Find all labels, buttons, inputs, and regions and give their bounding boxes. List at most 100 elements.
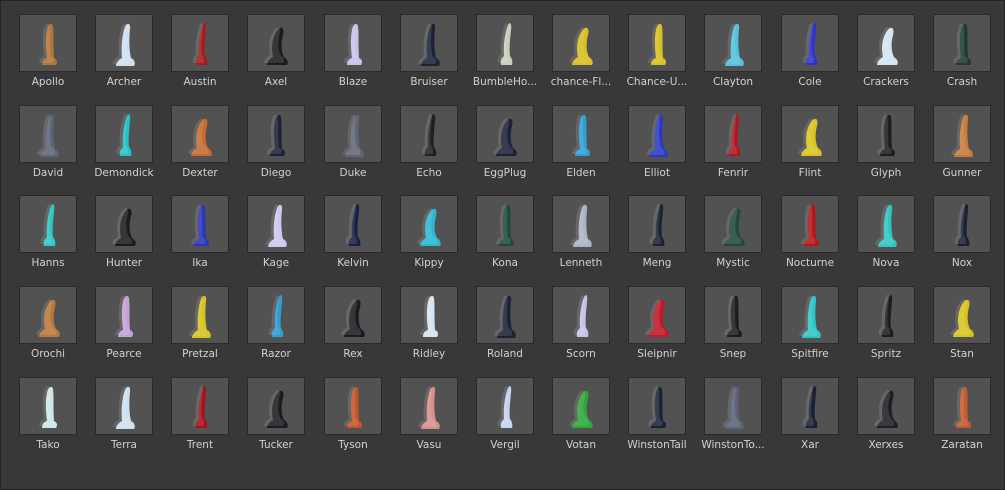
asset-label: Austin <box>183 76 217 88</box>
asset-tile-xar[interactable]: Xar <box>772 377 848 457</box>
asset-tile-axel[interactable]: Axel <box>238 14 314 94</box>
asset-thumbnail <box>857 14 915 72</box>
asset-tile-pearce[interactable]: Pearce <box>86 286 162 366</box>
asset-tile-glyph[interactable]: Glyph <box>848 105 924 185</box>
asset-tile-ika[interactable]: Ika <box>162 195 238 275</box>
asset-tile-trent[interactable]: Trent <box>162 377 238 457</box>
asset-tile-rex[interactable]: Rex <box>315 286 391 366</box>
asset-tile-duke[interactable]: Duke <box>315 105 391 185</box>
asset-tile-nova[interactable]: Nova <box>848 195 924 275</box>
asset-label: Xerxes <box>868 439 904 451</box>
asset-tile-elliot[interactable]: Elliot <box>619 105 695 185</box>
asset-label: Spritz <box>870 348 902 360</box>
asset-label: Clayton <box>712 76 754 88</box>
asset-tile-chance-fl[interactable]: chance-Fl... <box>543 14 619 94</box>
asset-tile-clayton[interactable]: Clayton <box>695 14 771 94</box>
asset-thumbnail <box>628 14 686 72</box>
asset-tile-flint[interactable]: Flint <box>772 105 848 185</box>
asset-tile-nocturne[interactable]: Nocturne <box>772 195 848 275</box>
asset-tile-echo[interactable]: Echo <box>391 105 467 185</box>
asset-tile-blaze[interactable]: Blaze <box>315 14 391 94</box>
asset-thumbnail <box>628 377 686 435</box>
model-preview-icon <box>418 386 440 429</box>
asset-tile-vasu[interactable]: Vasu <box>391 377 467 457</box>
asset-tile-kippy[interactable]: Kippy <box>391 195 467 275</box>
model-preview-icon <box>569 27 593 65</box>
asset-thumbnail <box>628 195 686 253</box>
asset-tile-apollo[interactable]: Apollo <box>10 14 86 94</box>
asset-tile-hunter[interactable]: Hunter <box>86 195 162 275</box>
asset-tile-eggplug[interactable]: EggPlug <box>467 105 543 185</box>
asset-label: David <box>32 167 64 179</box>
asset-tile-austin[interactable]: Austin <box>162 14 238 94</box>
asset-tile-kelvin[interactable]: Kelvin <box>315 195 391 275</box>
asset-label: Hanns <box>31 257 65 269</box>
asset-tile-archer[interactable]: Archer <box>86 14 162 94</box>
asset-tile-spitfire[interactable]: Spitfire <box>772 286 848 366</box>
asset-tile-meng[interactable]: Meng <box>619 195 695 275</box>
asset-thumbnail <box>476 14 534 72</box>
asset-tile-xerxes[interactable]: Xerxes <box>848 377 924 457</box>
asset-tile-stan[interactable]: Stan <box>924 286 1000 366</box>
model-preview-icon <box>113 23 135 66</box>
asset-tile-pretzal[interactable]: Pretzal <box>162 286 238 366</box>
asset-tile-mystic[interactable]: Mystic <box>695 195 771 275</box>
asset-tile-scorn[interactable]: Scorn <box>543 286 619 366</box>
asset-tile-elden[interactable]: Elden <box>543 105 619 185</box>
asset-label: Diego <box>260 167 292 179</box>
asset-tile-terra[interactable]: Terra <box>86 377 162 457</box>
asset-tile-lenneth[interactable]: Lenneth <box>543 195 619 275</box>
asset-tile-diego[interactable]: Diego <box>238 105 314 185</box>
model-preview-icon <box>874 27 898 65</box>
asset-label: Duke <box>339 167 367 179</box>
asset-tile-kona[interactable]: Kona <box>467 195 543 275</box>
asset-tile-kage[interactable]: Kage <box>238 195 314 275</box>
asset-tile-crash[interactable]: Crash <box>924 14 1000 94</box>
asset-thumbnail <box>933 286 991 344</box>
model-preview-icon <box>189 295 211 338</box>
asset-tile-snep[interactable]: Snep <box>695 286 771 366</box>
asset-tile-orochi[interactable]: Orochi <box>10 286 86 366</box>
asset-tile-nox[interactable]: Nox <box>924 195 1000 275</box>
asset-thumbnail <box>628 105 686 163</box>
asset-thumbnail <box>171 377 229 435</box>
asset-tile-sleipnir[interactable]: Sleipnir <box>619 286 695 366</box>
asset-tile-tucker[interactable]: Tucker <box>238 377 314 457</box>
asset-thumbnail <box>704 14 762 72</box>
asset-thumbnail <box>400 105 458 163</box>
asset-tile-winstonto[interactable]: WinstonTo... <box>695 377 771 457</box>
asset-tile-roland[interactable]: Roland <box>467 286 543 366</box>
asset-tile-ridley[interactable]: Ridley <box>391 286 467 366</box>
asset-tile-tako[interactable]: Tako <box>10 377 86 457</box>
model-preview-icon <box>39 386 58 428</box>
asset-tile-tyson[interactable]: Tyson <box>315 377 391 457</box>
asset-tile-bruiser[interactable]: Bruiser <box>391 14 467 94</box>
asset-thumbnail <box>781 195 839 253</box>
asset-tile-crackers[interactable]: Crackers <box>848 14 924 94</box>
asset-thumbnail <box>704 105 762 163</box>
asset-tile-winstontail[interactable]: WinstonTail <box>619 377 695 457</box>
asset-label: Ika <box>192 257 208 269</box>
asset-tile-dexter[interactable]: Dexter <box>162 105 238 185</box>
asset-label: Nox <box>951 257 973 269</box>
asset-tile-spritz[interactable]: Spritz <box>848 286 924 366</box>
asset-tile-chance-u[interactable]: Chance-U... <box>619 14 695 94</box>
asset-label: Tucker <box>259 439 293 451</box>
model-preview-icon <box>954 203 970 246</box>
asset-tile-bumbleho[interactable]: BumbleHo... <box>467 14 543 94</box>
asset-label: chance-Fl... <box>550 76 612 88</box>
asset-tile-hanns[interactable]: Hanns <box>10 195 86 275</box>
model-preview-icon <box>494 295 516 338</box>
asset-label: Sleipnir <box>637 348 677 360</box>
model-preview-icon <box>572 114 591 156</box>
asset-tile-vergil[interactable]: Vergil <box>467 377 543 457</box>
asset-tile-votan[interactable]: Votan <box>543 377 619 457</box>
asset-tile-zaratan[interactable]: Zaratan <box>924 377 1000 457</box>
asset-tile-fenrir[interactable]: Fenrir <box>695 105 771 185</box>
asset-thumbnail <box>704 286 762 344</box>
asset-tile-demondick[interactable]: Demondick <box>86 105 162 185</box>
asset-tile-cole[interactable]: Cole <box>772 14 848 94</box>
asset-tile-razor[interactable]: Razor <box>238 286 314 366</box>
asset-tile-david[interactable]: David <box>10 105 86 185</box>
asset-tile-gunner[interactable]: Gunner <box>924 105 1000 185</box>
